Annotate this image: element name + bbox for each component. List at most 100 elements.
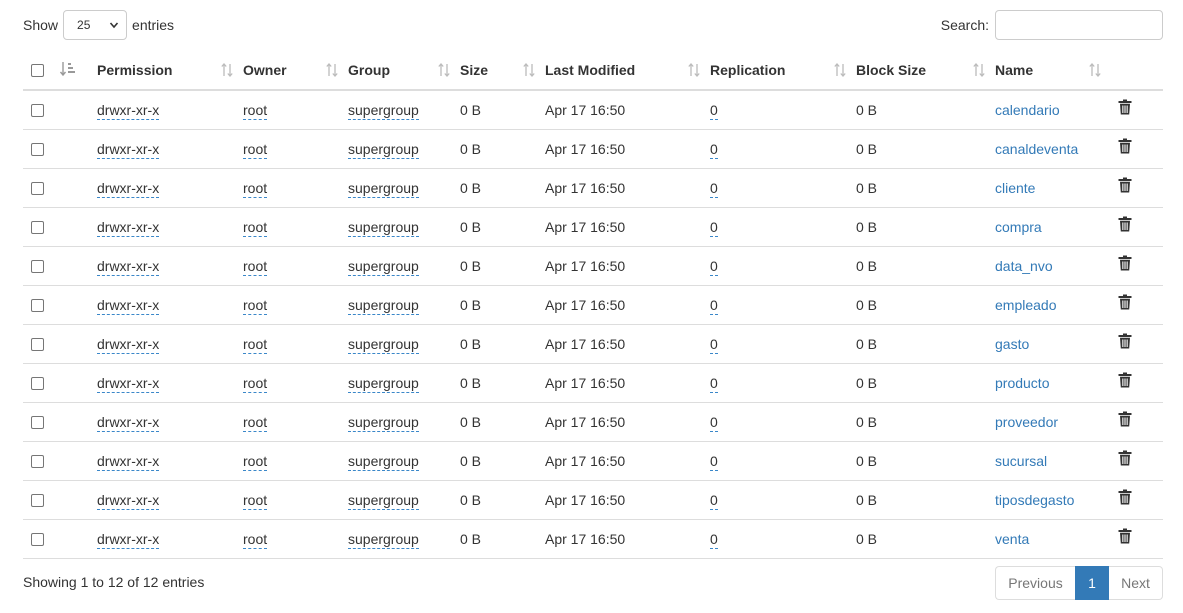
row-checkbox[interactable] [31, 220, 44, 234]
delete-button[interactable] [1115, 450, 1132, 466]
permission-value[interactable]: drwxr-xr-x [97, 258, 160, 276]
permission-value[interactable]: drwxr-xr-x [97, 492, 160, 510]
delete-button[interactable] [1115, 489, 1132, 505]
delete-button[interactable] [1115, 372, 1132, 388]
replication-value[interactable]: 0 [710, 258, 718, 276]
owner-value[interactable]: root [243, 453, 268, 471]
entries-per-page-select[interactable]: 25 [63, 10, 128, 40]
row-checkbox[interactable] [31, 298, 44, 312]
column-header-last-modified[interactable]: Last Modified [545, 51, 710, 91]
owner-value[interactable]: root [243, 258, 268, 276]
file-name-link[interactable]: venta [995, 531, 1029, 547]
column-header-permission[interactable]: Permission [97, 51, 243, 91]
owner-value[interactable]: root [243, 531, 268, 549]
group-value[interactable]: supergroup [348, 336, 419, 354]
permission-value[interactable]: drwxr-xr-x [97, 141, 160, 159]
delete-button[interactable] [1115, 216, 1132, 232]
row-checkbox[interactable] [31, 415, 44, 429]
replication-value[interactable]: 0 [710, 141, 718, 159]
row-checkbox[interactable] [31, 142, 44, 156]
file-name-link[interactable]: canaldeventa [995, 141, 1078, 157]
file-name-link[interactable]: tiposdegasto [995, 492, 1074, 508]
permission-value[interactable]: drwxr-xr-x [97, 375, 160, 393]
delete-button[interactable] [1115, 411, 1132, 427]
file-name-link[interactable]: compra [995, 219, 1042, 235]
owner-value[interactable]: root [243, 492, 268, 510]
column-header-group[interactable]: Group [348, 51, 460, 91]
permission-value[interactable]: drwxr-xr-x [97, 102, 160, 120]
owner-value[interactable]: root [243, 375, 268, 393]
file-name-link[interactable]: empleado [995, 297, 1057, 313]
permission-value[interactable]: drwxr-xr-x [97, 414, 160, 432]
file-name-link[interactable]: producto [995, 375, 1049, 391]
row-checkbox[interactable] [31, 259, 44, 273]
group-value[interactable]: supergroup [348, 414, 419, 432]
delete-button[interactable] [1115, 255, 1132, 271]
replication-value[interactable]: 0 [710, 102, 718, 120]
delete-button[interactable] [1115, 528, 1132, 544]
file-name-link[interactable]: proveedor [995, 414, 1058, 430]
file-name-link[interactable]: sucursal [995, 453, 1047, 469]
owner-value[interactable]: root [243, 180, 268, 198]
column-header-block-size[interactable]: Block Size [856, 51, 995, 91]
group-value[interactable]: supergroup [348, 297, 419, 315]
row-checkbox[interactable] [31, 454, 44, 468]
group-value[interactable]: supergroup [348, 375, 419, 393]
group-value[interactable]: supergroup [348, 453, 419, 471]
group-value[interactable]: supergroup [348, 531, 419, 549]
delete-button[interactable] [1115, 177, 1132, 193]
owner-value[interactable]: root [243, 219, 268, 237]
file-name-link[interactable]: calendario [995, 102, 1060, 118]
permission-value[interactable]: drwxr-xr-x [97, 219, 160, 237]
group-value[interactable]: supergroup [348, 180, 419, 198]
replication-value[interactable]: 0 [710, 414, 718, 432]
select-all-checkbox[interactable] [31, 63, 44, 77]
row-checkbox[interactable] [31, 337, 44, 351]
replication-value[interactable]: 0 [710, 219, 718, 237]
row-checkbox[interactable] [31, 181, 44, 195]
delete-button[interactable] [1115, 333, 1132, 349]
owner-value[interactable]: root [243, 141, 268, 159]
owner-value[interactable]: root [243, 297, 268, 315]
replication-value[interactable]: 0 [710, 375, 718, 393]
column-header-size[interactable]: Size [460, 51, 545, 91]
page-1-button[interactable]: 1 [1075, 566, 1109, 600]
replication-value[interactable]: 0 [710, 336, 718, 354]
permission-cell: drwxr-xr-x [97, 285, 243, 325]
permission-value[interactable]: drwxr-xr-x [97, 297, 160, 315]
owner-value[interactable]: root [243, 414, 268, 432]
column-header-name[interactable]: Name [995, 51, 1115, 91]
column-header-owner[interactable]: Owner [243, 51, 348, 91]
previous-page-button[interactable]: Previous [995, 566, 1075, 600]
file-name-link[interactable]: cliente [995, 180, 1035, 196]
file-name-link[interactable]: gasto [995, 336, 1029, 352]
row-checkbox[interactable] [31, 103, 44, 117]
column-header-replication[interactable]: Replication [710, 51, 856, 91]
group-value[interactable]: supergroup [348, 258, 419, 276]
permission-value[interactable]: drwxr-xr-x [97, 531, 160, 549]
next-page-button[interactable]: Next [1109, 566, 1163, 600]
group-value[interactable]: supergroup [348, 492, 419, 510]
permission-value[interactable]: drwxr-xr-x [97, 453, 160, 471]
owner-value[interactable]: root [243, 102, 268, 120]
delete-button[interactable] [1115, 138, 1132, 154]
replication-value[interactable]: 0 [710, 531, 718, 549]
group-value[interactable]: supergroup [348, 219, 419, 237]
replication-value[interactable]: 0 [710, 453, 718, 471]
group-value[interactable]: supergroup [348, 102, 419, 120]
delete-button[interactable] [1115, 99, 1132, 115]
column-header-index[interactable] [55, 51, 97, 91]
file-name-link[interactable]: data_nvo [995, 258, 1053, 274]
row-checkbox[interactable] [31, 532, 44, 546]
group-value[interactable]: supergroup [348, 141, 419, 159]
permission-value[interactable]: drwxr-xr-x [97, 336, 160, 354]
delete-button[interactable] [1115, 294, 1132, 310]
replication-value[interactable]: 0 [710, 297, 718, 315]
search-input[interactable] [995, 10, 1163, 40]
owner-value[interactable]: root [243, 336, 268, 354]
row-checkbox[interactable] [31, 493, 44, 507]
replication-value[interactable]: 0 [710, 492, 718, 510]
replication-value[interactable]: 0 [710, 180, 718, 198]
row-checkbox[interactable] [31, 376, 44, 390]
permission-value[interactable]: drwxr-xr-x [97, 180, 160, 198]
